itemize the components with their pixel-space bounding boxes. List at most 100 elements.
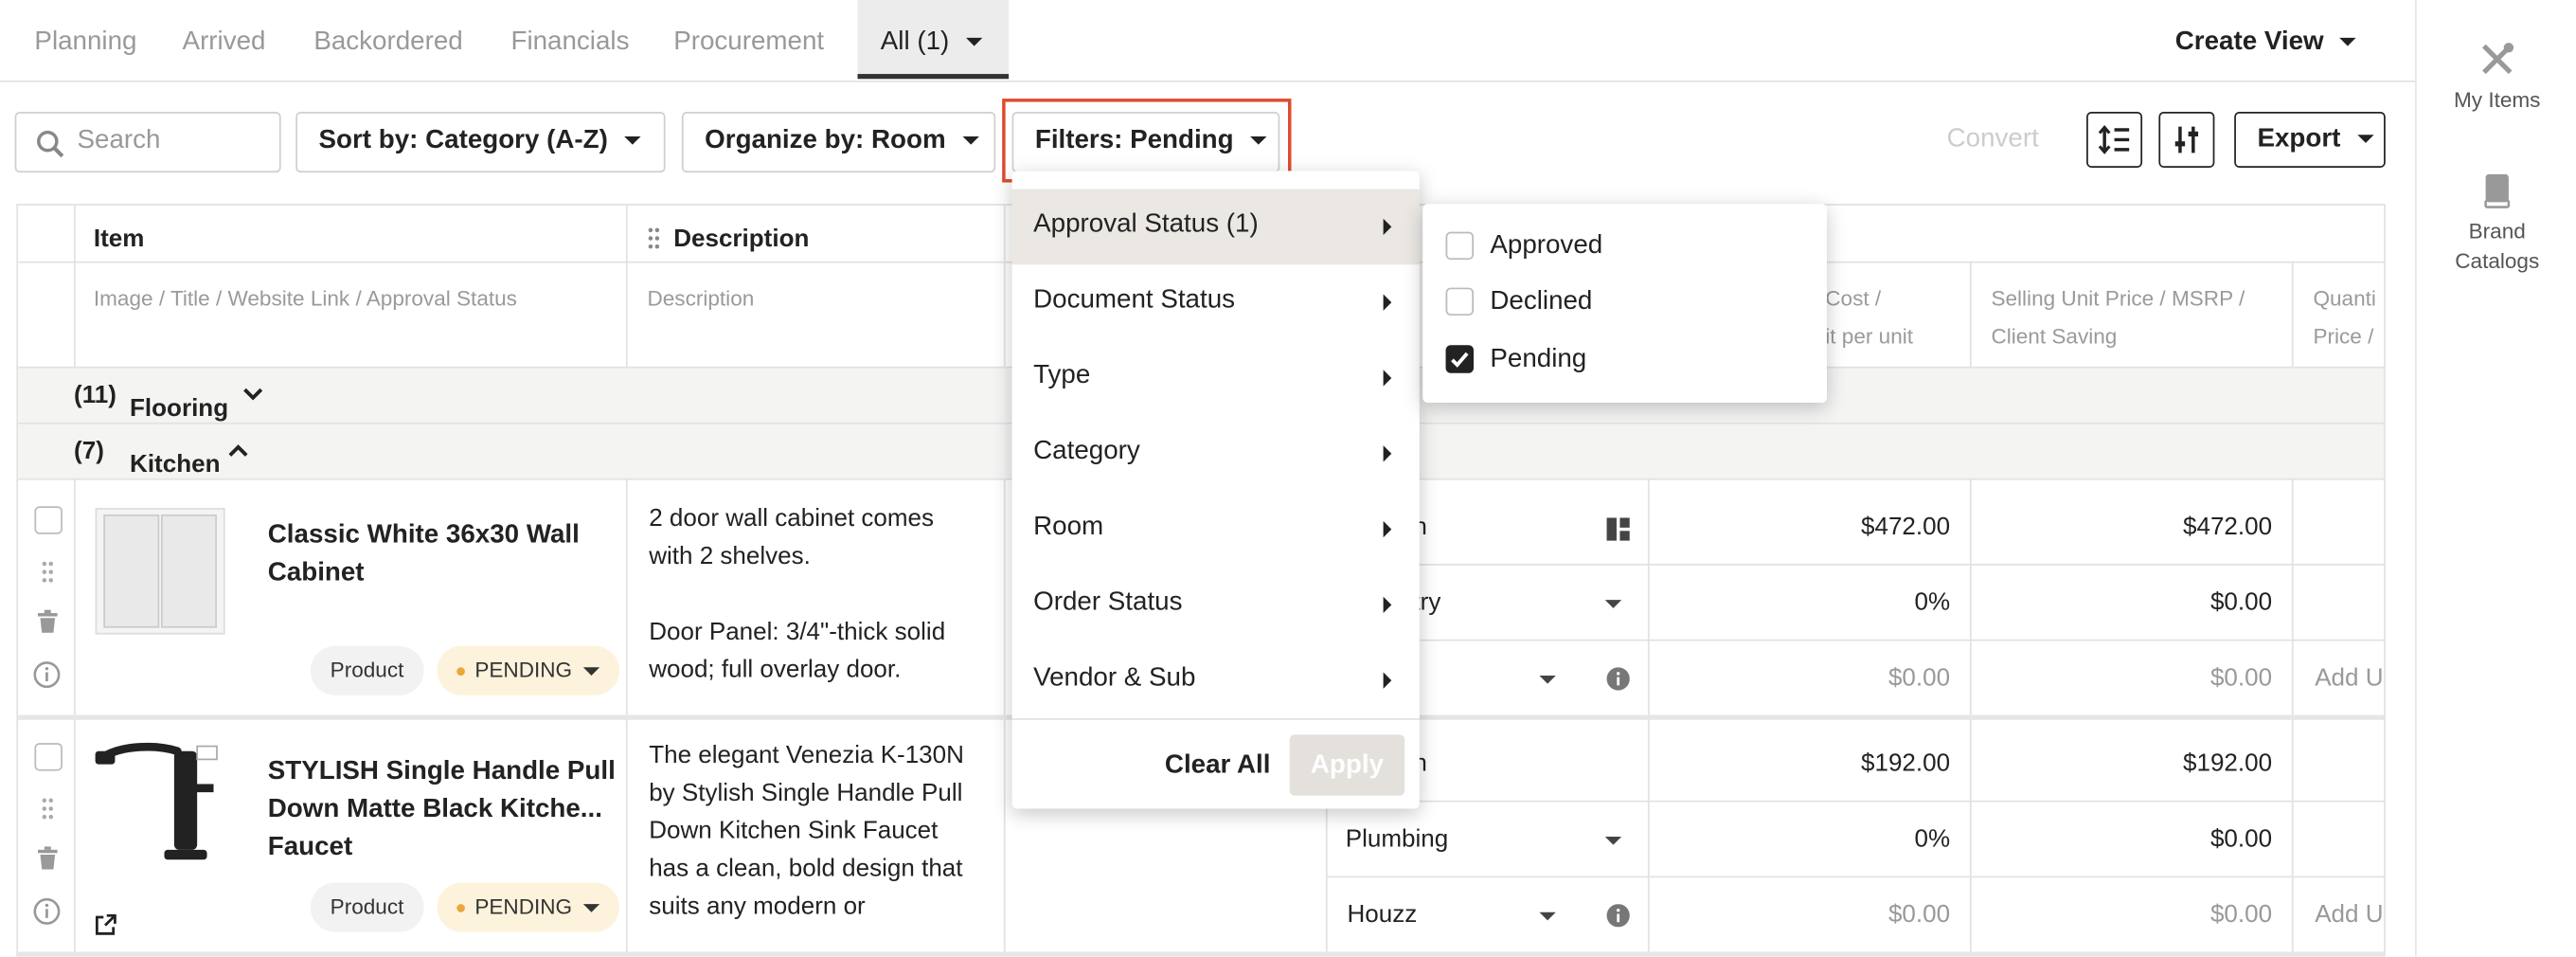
approved-checkbox[interactable] (1445, 231, 1475, 261)
external-link-icon[interactable] (95, 913, 117, 935)
description-line (649, 575, 945, 613)
cost-subheader-line1: Cost / (1825, 285, 1882, 311)
drag-handle-icon[interactable] (41, 561, 54, 584)
option-label: Approved (1490, 231, 1603, 261)
tab-all[interactable]: All (1) (857, 0, 1010, 80)
tab-backordered[interactable]: Backordered (313, 0, 462, 79)
item-description: The elegant Venezia K-130N by Stylish Si… (649, 736, 964, 925)
chevron-down-icon[interactable] (1539, 675, 1556, 684)
filter-order-status[interactable]: Order Status (1012, 567, 1420, 642)
item-column-header[interactable]: Item (94, 226, 145, 253)
status-label: PENDING (474, 657, 573, 682)
filter-room[interactable]: Room (1012, 492, 1420, 568)
item-title-line[interactable]: STYLISH Single Handle Pull (268, 758, 616, 787)
chevron-right-icon (1383, 370, 1392, 387)
description-line: has a clean, bold design that (649, 855, 963, 883)
pending-checkbox[interactable] (1445, 345, 1475, 373)
brand-catalogs-link[interactable]: Brand Catalogs (2417, 172, 2576, 276)
sort-dropdown[interactable]: Sort by: Category (A-Z) (295, 111, 666, 173)
chevron-down-icon[interactable] (1604, 600, 1622, 608)
description-line: 2 door wall cabinet comes (649, 504, 935, 533)
tab-planning[interactable]: Planning (34, 0, 136, 79)
markup-value[interactable]: 0% (1648, 588, 1950, 616)
filter-category[interactable]: Category (1012, 416, 1420, 492)
chevron-down-icon[interactable] (1539, 912, 1556, 921)
msrp-value[interactable]: $0.00 (1970, 825, 2272, 853)
selling-price-value[interactable]: $472.00 (1970, 513, 2272, 540)
item-title-line[interactable]: Cabinet (268, 559, 365, 588)
tab-financials[interactable]: Financials (510, 0, 629, 79)
approval-option-pending[interactable]: Pending (1422, 332, 1827, 388)
markup-value[interactable]: 0% (1648, 825, 1950, 853)
cost-value[interactable]: $0.00 (1648, 664, 1950, 692)
approval-option-approved[interactable]: Approved (1422, 219, 1827, 275)
msrp-value[interactable]: $0.00 (1970, 588, 2272, 616)
description-line: wood; full overlay door. (649, 656, 902, 684)
status-badge[interactable]: PENDING (437, 645, 620, 695)
product-image-cabinet[interactable] (95, 508, 225, 635)
chevron-down-icon (961, 136, 979, 146)
add-unit-link[interactable]: Add U (2315, 664, 2383, 692)
cost-value[interactable]: $472.00 (1648, 513, 1950, 540)
info-icon[interactable] (1606, 667, 1630, 691)
item-title-line[interactable]: Classic White 36x30 Wall (268, 521, 580, 551)
description-column-header[interactable]: Description (673, 226, 809, 253)
convert-button[interactable]: Convert (1947, 125, 2039, 154)
view-tabs: Planning Arrived Backordered Financials … (0, 0, 2416, 82)
chevron-down-icon (583, 904, 600, 912)
drag-handle-icon[interactable] (41, 797, 54, 820)
clear-all-button[interactable]: Clear All (1165, 751, 1271, 781)
chevron-down-icon[interactable] (1604, 836, 1622, 845)
item-title-line[interactable]: Down Matte Black Kitche... (268, 796, 602, 825)
approval-option-declined[interactable]: Declined (1422, 275, 1827, 331)
item-title-line[interactable]: Faucet (268, 833, 352, 856)
row-height-button[interactable] (2086, 111, 2143, 168)
book-icon (2484, 173, 2511, 208)
category-cell[interactable]: Plumbing (1346, 825, 1449, 853)
tab-all-label: All (1) (880, 27, 950, 56)
drag-handle-icon[interactable] (647, 226, 660, 249)
organize-dropdown[interactable]: Organize by: Room (681, 111, 996, 173)
cost-subheader-line2: it per unit (1825, 323, 1914, 349)
cost-value[interactable]: $0.00 (1648, 901, 1950, 929)
export-label: Export (2257, 124, 2341, 153)
selling-price-value[interactable]: $192.00 (1970, 749, 2272, 777)
client-saving-value[interactable]: $0.00 (1970, 664, 2272, 692)
trash-icon[interactable] (37, 609, 58, 633)
add-unit-link[interactable]: Add U (2315, 901, 2383, 929)
tab-procurement[interactable]: Procurement (673, 0, 824, 79)
columns-settings-button[interactable] (2158, 111, 2215, 168)
tab-arrived[interactable]: Arrived (183, 0, 266, 79)
layout-icon[interactable] (1606, 517, 1630, 541)
row-checkbox[interactable] (34, 506, 63, 534)
create-view-button[interactable]: Create View (2175, 0, 2357, 79)
filter-vendor-sub[interactable]: Vendor & Sub (1012, 642, 1420, 718)
export-dropdown[interactable]: Export (2234, 111, 2386, 168)
menu-item-label: Order Status (1033, 588, 1183, 617)
declined-checkbox[interactable] (1445, 287, 1475, 316)
info-icon[interactable] (33, 660, 61, 689)
chevron-right-icon (1383, 520, 1392, 538)
client-saving-value[interactable]: $0.00 (1970, 901, 2272, 929)
trash-icon[interactable] (37, 846, 58, 870)
my-items-link[interactable]: My Items (2417, 41, 2576, 115)
filters-highlight-box (1002, 99, 1292, 183)
menu-item-label: Room (1033, 513, 1104, 541)
chevron-right-icon (1383, 445, 1392, 462)
row-checkbox[interactable] (34, 743, 63, 771)
info-icon[interactable] (33, 897, 61, 925)
cost-value[interactable]: $192.00 (1648, 749, 1950, 777)
status-badge[interactable]: PENDING (437, 882, 620, 932)
filter-approval-status[interactable]: Approval Status (1) (1011, 189, 1420, 265)
item-subheader: Image / Title / Website Link / Approval … (93, 285, 517, 311)
search-input[interactable]: Search (14, 111, 281, 173)
description-line: with 2 shelves. (649, 542, 811, 570)
filter-type[interactable]: Type (1012, 340, 1420, 416)
filter-document-status[interactable]: Document Status (1012, 264, 1420, 340)
organize-label: Organize by: Room (705, 126, 946, 155)
product-image-faucet[interactable] (92, 741, 226, 873)
info-icon[interactable] (1606, 904, 1630, 928)
vendor-cell[interactable]: Houzz (1347, 901, 1417, 929)
description-line: by Stylish Single Handle Pull (649, 779, 963, 807)
apply-button[interactable]: Apply (1289, 734, 1405, 796)
